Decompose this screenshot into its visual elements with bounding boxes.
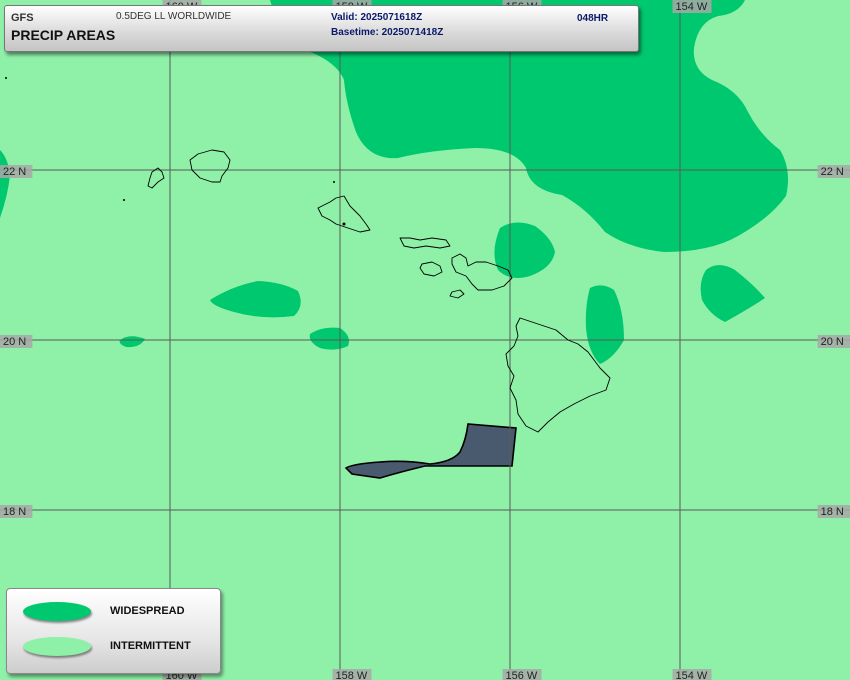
model-name: GFS (11, 12, 34, 24)
lat-label-left: 20 N (3, 336, 26, 348)
valid-time: Valid: 2025071618Z (331, 12, 423, 23)
precip-map[interactable]: 22 N22 N20 N20 N18 N18 N160 W158 W156 W1… (0, 0, 850, 680)
title-panel: GFS 0.5DEG LL WORLDWIDE PRECIP AREAS Val… (4, 5, 639, 52)
lat-label-left: 18 N (3, 506, 26, 518)
lat-label-left: 22 N (3, 166, 26, 178)
legend-panel: WIDESPREAD INTERMITTENT (6, 588, 221, 674)
lon-label-bottom: 158 W (336, 670, 368, 680)
lat-label-right: 22 N (821, 166, 844, 178)
legend-label-intermittent: INTERMITTENT (110, 640, 191, 652)
base-time: Basetime: 2025071418Z (331, 27, 444, 38)
lat-label-right: 18 N (821, 506, 844, 518)
legend-label-widespread: WIDESPREAD (110, 605, 185, 617)
lon-label-bottom: 154 W (676, 670, 708, 680)
legend-swatch-intermittent (23, 637, 91, 656)
product-title: PRECIP AREAS (11, 27, 116, 43)
grid-description: 0.5DEG LL WORLDWIDE (116, 11, 232, 22)
lon-label-top: 154 W (676, 1, 708, 13)
lat-label-right: 20 N (821, 336, 844, 348)
lon-label-bottom: 156 W (506, 670, 538, 680)
map-viewer: 22 N22 N20 N20 N18 N18 N160 W158 W156 W1… (0, 0, 850, 680)
forecast-hour: 048HR (577, 13, 609, 24)
legend-swatch-widespread (23, 602, 91, 621)
